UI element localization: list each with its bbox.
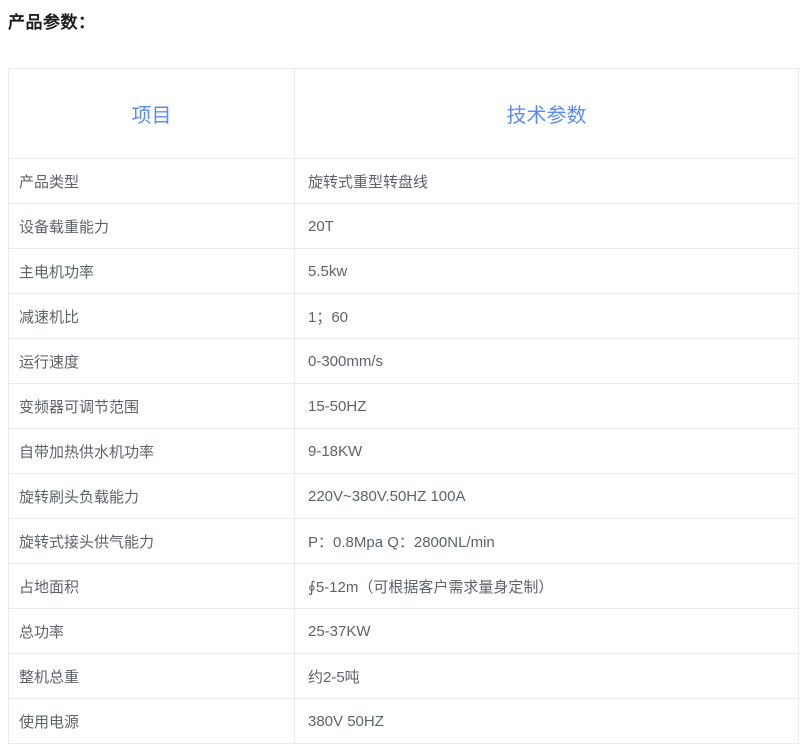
spec-item-cell: 整机总重: [9, 654, 295, 699]
page-title: 产品参数：: [8, 11, 96, 35]
spec-table-row: 旋转刷头负载能力220V~380V.50HZ 100A: [9, 474, 799, 519]
column-header-value: 技术参数: [295, 69, 799, 159]
spec-table-row: 总功率25-37KW: [9, 609, 799, 654]
spec-item-cell: 旋转刷头负载能力: [9, 474, 295, 519]
spec-value-cell: 约2-5吨: [295, 654, 799, 699]
spec-table-row: 整机总重约2-5吨: [9, 654, 799, 699]
column-header-item: 项目: [9, 69, 295, 159]
spec-table-row: 使用电源380V 50HZ: [9, 699, 799, 744]
spec-table-body: 产品类型旋转式重型转盘线设备载重能力20T主电机功率5.5kw减速机比1；60运…: [9, 159, 799, 744]
spec-item-cell: 旋转式接头供气能力: [9, 519, 295, 564]
spec-table-header-row: 项目 技术参数: [9, 69, 799, 159]
spec-item-cell: 产品类型: [9, 159, 295, 204]
spec-item-cell: 总功率: [9, 609, 295, 654]
spec-value-cell: 5.5kw: [295, 249, 799, 294]
spec-table-row: 变频器可调节范围15-50HZ: [9, 384, 799, 429]
spec-item-cell: 变频器可调节范围: [9, 384, 295, 429]
spec-item-cell: 主电机功率: [9, 249, 295, 294]
spec-item-cell: 使用电源: [9, 699, 295, 744]
spec-value-cell: 20T: [295, 204, 799, 249]
spec-table: 项目 技术参数 产品类型旋转式重型转盘线设备载重能力20T主电机功率5.5kw减…: [8, 68, 799, 744]
spec-item-cell: 减速机比: [9, 294, 295, 339]
spec-value-cell: 25-37KW: [295, 609, 799, 654]
spec-item-cell: 运行速度: [9, 339, 295, 384]
spec-table-row: 减速机比1；60: [9, 294, 799, 339]
spec-value-cell: 220V~380V.50HZ 100A: [295, 474, 799, 519]
spec-table-row: 旋转式接头供气能力P：0.8Mpa Q：2800NL/min: [9, 519, 799, 564]
spec-value-cell: 旋转式重型转盘线: [295, 159, 799, 204]
spec-value-cell: 0-300mm/s: [295, 339, 799, 384]
spec-table-row: 设备载重能力20T: [9, 204, 799, 249]
spec-table-row: 产品类型旋转式重型转盘线: [9, 159, 799, 204]
spec-table-row: 主电机功率5.5kw: [9, 249, 799, 294]
spec-table-row: 占地面积∮5-12m（可根据客户需求量身定制）: [9, 564, 799, 609]
spec-table-row: 自带加热供水机功率9-18KW: [9, 429, 799, 474]
spec-value-cell: 9-18KW: [295, 429, 799, 474]
spec-value-cell: ∮5-12m（可根据客户需求量身定制）: [295, 564, 799, 609]
product-parameters-page: 产品参数： 项目 技术参数 产品类型旋转式重型转盘线设备载重能力20T主电机功率…: [0, 0, 806, 752]
spec-value-cell: 15-50HZ: [295, 384, 799, 429]
spec-value-cell: 380V 50HZ: [295, 699, 799, 744]
spec-item-cell: 设备载重能力: [9, 204, 295, 249]
spec-value-cell: 1；60: [295, 294, 799, 339]
spec-item-cell: 自带加热供水机功率: [9, 429, 295, 474]
spec-table-row: 运行速度0-300mm/s: [9, 339, 799, 384]
spec-value-cell: P：0.8Mpa Q：2800NL/min: [295, 519, 799, 564]
spec-item-cell: 占地面积: [9, 564, 295, 609]
